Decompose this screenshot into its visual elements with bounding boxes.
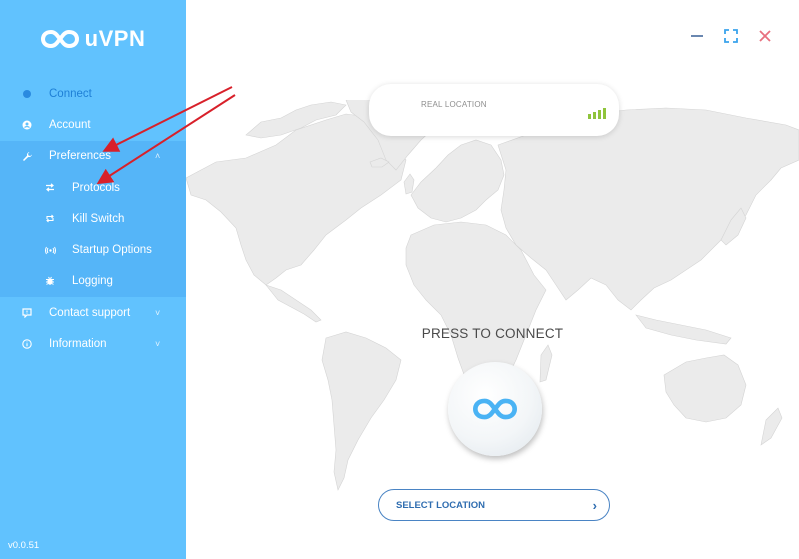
sidebar-item-label: Logging <box>72 275 113 288</box>
broadcast-icon <box>43 243 57 257</box>
sidebar-item-information[interactable]: Information ˅ <box>0 328 186 359</box>
sidebar-item-logging[interactable]: Logging <box>0 266 186 297</box>
brand-logo: uVPN <box>0 24 186 54</box>
signal-bar <box>593 112 596 119</box>
sidebar-item-protocols[interactable]: Protocols <box>0 172 186 203</box>
real-location-label: REAL LOCATION <box>421 100 487 109</box>
sidebar-item-label: Preferences <box>49 150 112 163</box>
map-europe <box>410 139 505 223</box>
map-new-zealand <box>760 407 783 446</box>
close-icon <box>759 30 771 42</box>
app-version: v0.0.51 <box>8 540 40 551</box>
signal-bar <box>603 108 606 119</box>
map-madagascar <box>539 344 553 383</box>
map-north-america <box>186 113 407 286</box>
sidebar-item-account[interactable]: Account <box>0 109 186 140</box>
wrench-icon <box>20 149 34 163</box>
sidebar-item-label: Information <box>49 338 107 351</box>
bug-icon <box>43 274 57 288</box>
map-south-america <box>321 331 402 491</box>
chevron-up-icon: ˄ <box>155 151 161 162</box>
infinity-logo-icon <box>40 29 79 49</box>
chevron-down-icon: ˅ <box>155 307 161 318</box>
sidebar-item-label: Connect <box>49 87 92 100</box>
close-button[interactable] <box>757 28 773 44</box>
info-icon <box>20 337 34 351</box>
sidebar-item-label: Account <box>49 118 91 131</box>
sidebar-item-startup-options[interactable]: Startup Options <box>0 234 186 265</box>
real-location-card: REAL LOCATION <box>369 84 619 136</box>
chat-icon <box>20 306 34 320</box>
sidebar-nav: Connect Account Preferences ˄ Protocols <box>0 78 186 360</box>
main-panel: REAL LOCATION PRESS TO CONNECT SELECT LO… <box>186 0 799 559</box>
signal-bar <box>588 114 591 119</box>
maximize-button[interactable] <box>723 28 739 44</box>
map-uk <box>403 173 415 195</box>
infinity-icon <box>473 398 517 420</box>
minimize-button[interactable] <box>689 28 705 44</box>
map-asia <box>497 107 799 311</box>
maximize-icon <box>724 29 738 43</box>
sidebar-item-label: Kill Switch <box>72 212 125 225</box>
map-australia <box>663 354 747 423</box>
sidebar-item-label: Contact support <box>49 306 131 319</box>
map-central-america <box>265 284 322 323</box>
user-icon <box>20 118 34 132</box>
chevron-right-icon: › <box>592 497 597 513</box>
signal-strength-icon <box>588 108 606 119</box>
sidebar-item-connect[interactable]: Connect <box>0 78 186 109</box>
window-controls <box>689 28 773 44</box>
preferences-group: Preferences ˄ Protocols Kill Switch Star… <box>0 140 186 298</box>
sidebar-item-kill-switch[interactable]: Kill Switch <box>0 203 186 234</box>
connect-button[interactable] <box>448 362 542 456</box>
sidebar-item-label: Startup Options <box>72 244 152 257</box>
signal-bar <box>598 110 601 119</box>
chevron-down-icon: ˅ <box>155 339 161 350</box>
dot-icon <box>20 87 34 101</box>
sidebar-item-preferences[interactable]: Preferences ˄ <box>0 141 186 172</box>
select-location-label: SELECT LOCATION <box>396 499 486 511</box>
sidebar-item-contact-support[interactable]: Contact support ˅ <box>0 297 186 328</box>
app-name: uVPN <box>84 26 146 51</box>
select-location-button[interactable]: SELECT LOCATION › <box>378 489 610 521</box>
cycle-arrows-icon <box>43 212 57 226</box>
press-to-connect-label: PRESS TO CONNECT <box>421 326 564 341</box>
swap-arrows-icon <box>43 181 57 195</box>
sidebar: uVPN Connect Account Preferences ˄ Proto… <box>0 0 186 559</box>
sidebar-item-label: Protocols <box>72 181 120 194</box>
minimize-icon <box>691 35 703 37</box>
